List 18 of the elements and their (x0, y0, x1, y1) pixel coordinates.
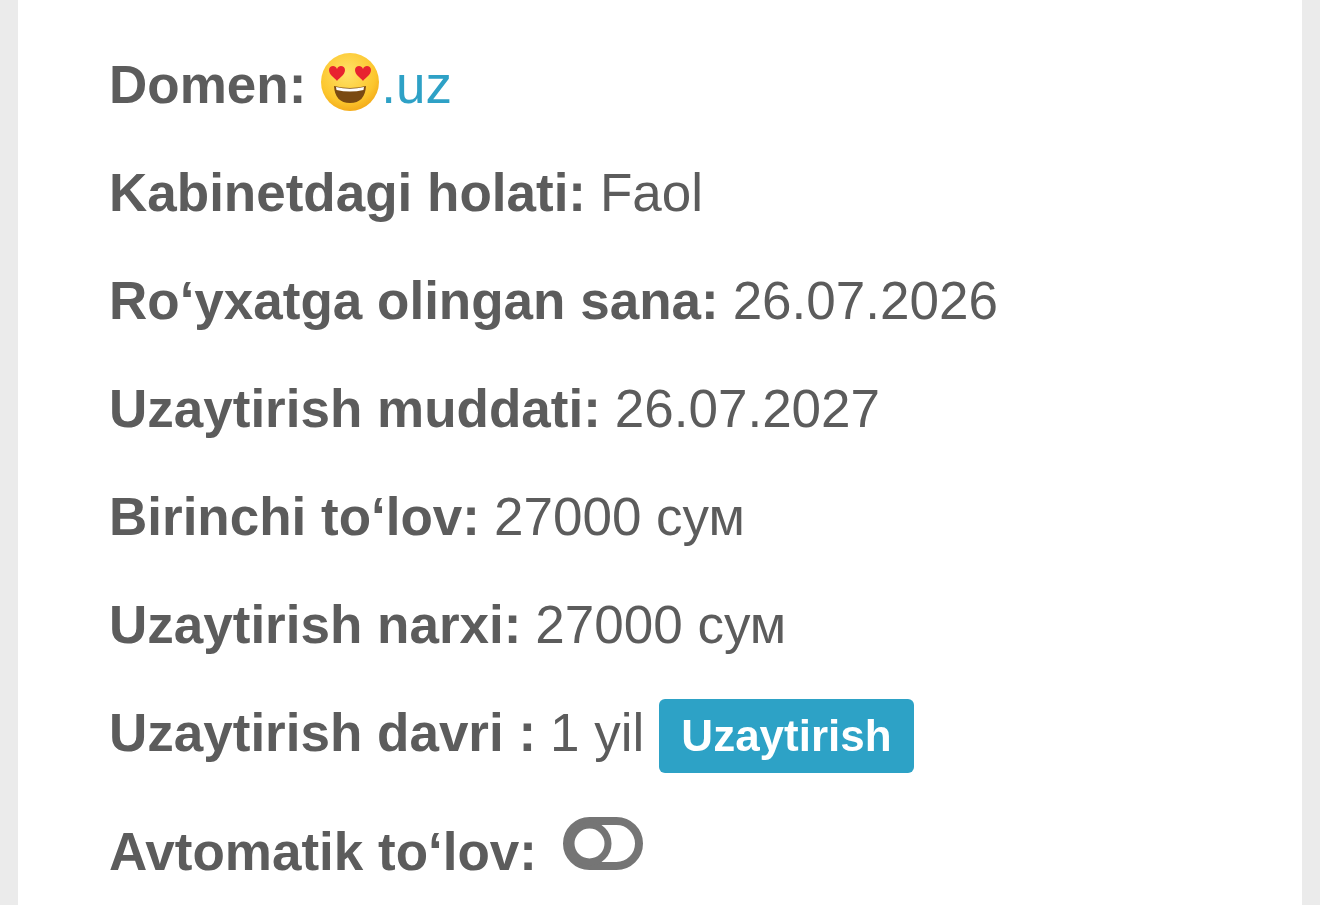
heart-eyes-emoji-icon (321, 53, 380, 111)
field-value: 26.07.2027 (614, 379, 881, 438)
field-value: 1 yil (550, 703, 645, 762)
field-value: 27000 сум (494, 487, 745, 546)
field-value: 27000 сум (535, 595, 787, 654)
field-label: Uzaytirish narxi: (109, 595, 522, 654)
field-label: Kabinetdagi holati: (109, 163, 586, 222)
field-label: Domen: (109, 55, 307, 114)
domain-link[interactable]: .uz (381, 55, 452, 114)
field-label: Roʻyxatga olingan sana: (109, 271, 719, 330)
toggle-switch[interactable] (562, 817, 643, 870)
field-value: Faol (600, 163, 704, 222)
renew-button[interactable]: Uzaytirish (659, 699, 914, 773)
field-label: Avtomatik toʻlov: (109, 822, 537, 881)
field-label: Birinchi toʻlov: (109, 487, 480, 546)
field-label: Uzaytirish davri : (109, 703, 537, 762)
field-value: 26.07.2026 (732, 271, 998, 330)
field-label: Uzaytirish muddati: (109, 379, 601, 438)
